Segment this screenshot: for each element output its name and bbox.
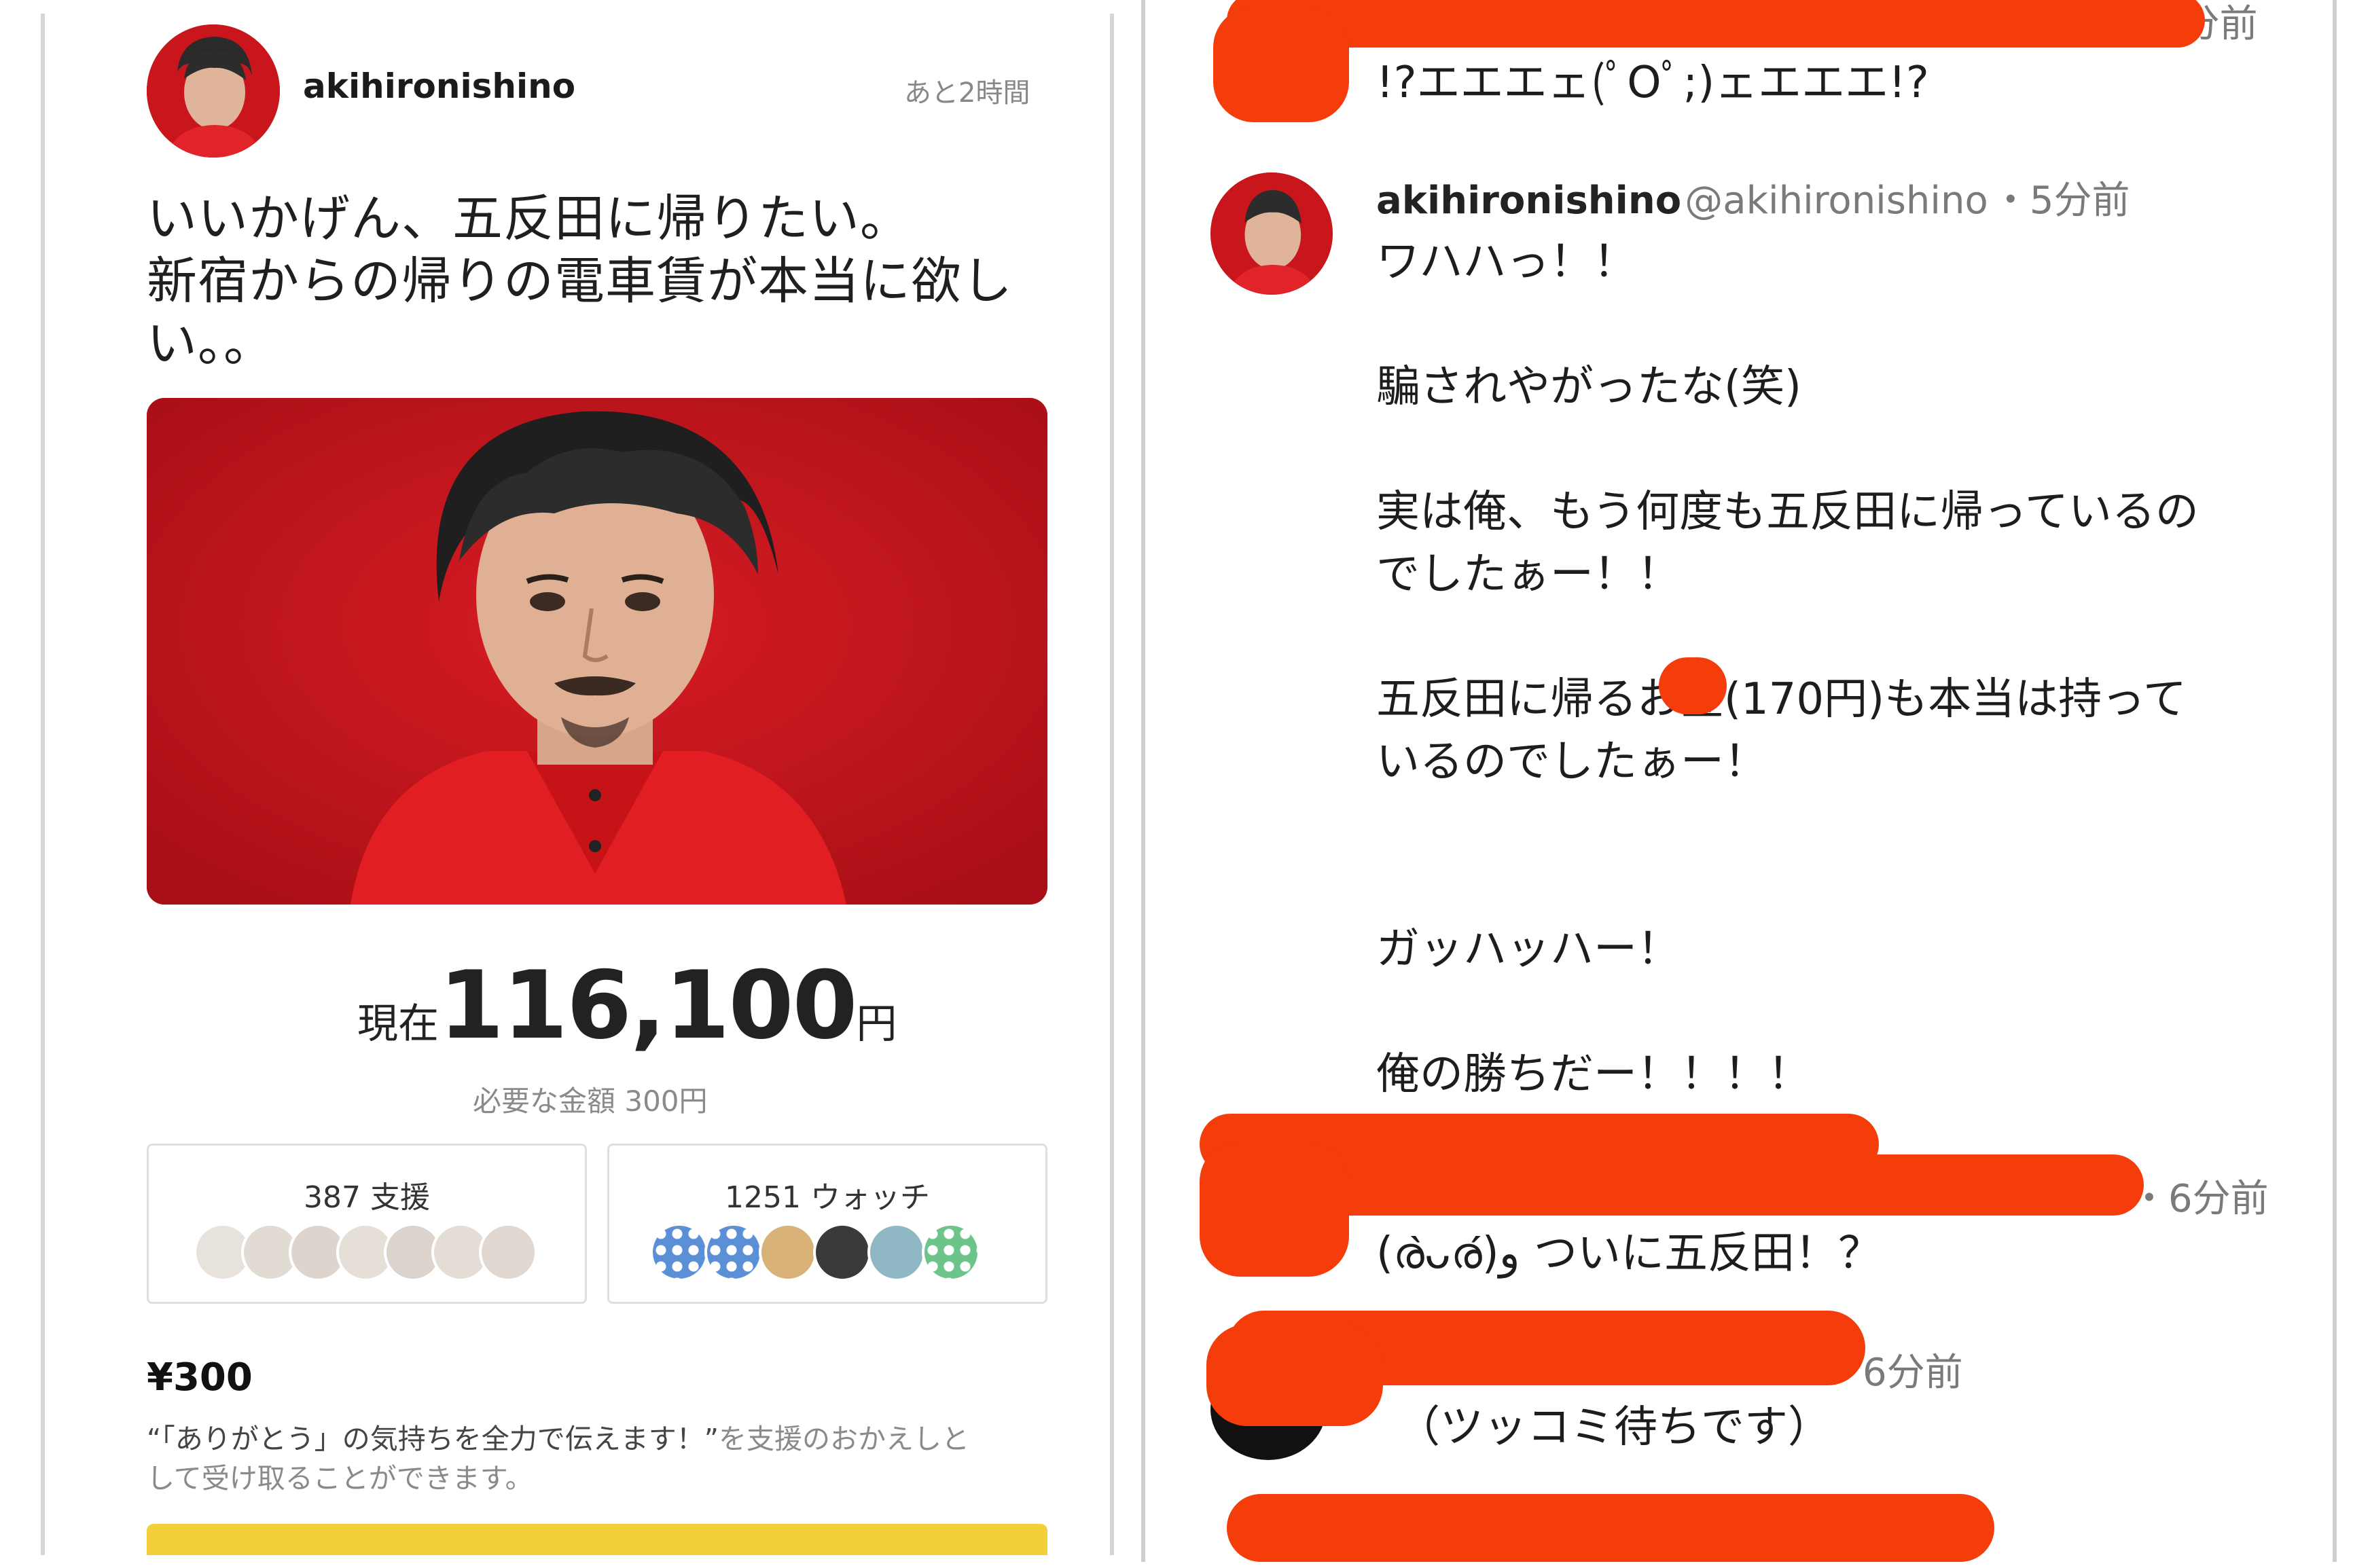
watchers-box[interactable]: 1251 ウォッチ (607, 1144, 1047, 1304)
reward-quote: “「ありがとう」の気持ちを全力で伝えます！” (147, 1423, 719, 1455)
reply-line (1376, 606, 2314, 668)
reply-line (1376, 418, 2314, 481)
watcher-avatar[interactable] (867, 1223, 926, 1281)
reply-line (1376, 793, 2314, 856)
redaction-mark (1659, 657, 1727, 714)
username[interactable]: akihironishino (303, 67, 575, 106)
reply-handle[interactable]: @akihironishino (1685, 179, 1988, 223)
redaction-mark (1206, 1324, 1383, 1426)
reply-line (1376, 981, 2314, 1043)
post-line: 新宿からの帰りの電車賃が本当に欲し (147, 252, 1013, 310)
reply-username[interactable]: akihironishino (1376, 179, 1681, 223)
currency-suffix: 円 (856, 1000, 897, 1048)
reply-header: akihironishino @akihironishino ・5分前 (1376, 170, 2130, 225)
avatar-portrait-icon (147, 24, 280, 158)
supporters-count: 387 支援 (304, 1180, 430, 1215)
post-line: い。。 (147, 314, 274, 373)
reply-avatar[interactable] (1210, 172, 1333, 295)
portrait-image (147, 398, 1047, 905)
reply-line: 五反田に帰るお金(170円)も本当は持って (1376, 674, 2187, 725)
watcher-avatar[interactable] (704, 1223, 763, 1281)
reply-line (1376, 293, 2314, 356)
watchers-count: 1251 ウォッチ (725, 1180, 930, 1215)
reward-text: を支援のおかえしと (718, 1423, 969, 1455)
reply-line: でしたぁー！！ (1376, 549, 1681, 600)
reward-text-line2: して受け取ることができます。 (147, 1462, 533, 1495)
reply-text: (ര̀ᴗര́)و ついに五反田！？ (1376, 1228, 1882, 1279)
post-line: いいかげん、五反田に帰りたい。 (147, 189, 911, 248)
reward-description: “「ありがとう」の気持ちを全力で伝えます！”を支援のおかえしと して受け取ること… (147, 1419, 1057, 1498)
reward-price: ¥300 (147, 1355, 253, 1400)
reply-line: ガッハッハー！ (1376, 924, 1681, 974)
redaction-mark (1227, 0, 2205, 48)
needed-amount: 必要な金額 300円 (473, 1084, 708, 1118)
watcher-avatar[interactable] (650, 1223, 708, 1281)
redaction-mark (1213, 7, 1349, 122)
current-amount-row: 現在116,100円 (357, 951, 969, 1060)
reply-line: 騙されやがったな(笑) (1376, 362, 1801, 412)
campaign-card: akihironishino あと2時間 いいかげん、五反田に帰りたい。 新宿か… (41, 14, 1114, 1555)
current-amount: 116,100 (439, 951, 858, 1060)
reply-line: 俺の勝ちだー！！！！ (1376, 1049, 1811, 1099)
redaction-mark (1227, 1494, 1994, 1562)
reply-line: いるのでしたぁー！ (1376, 737, 1767, 787)
post-text: いいかげん、五反田に帰りたい。 新宿からの帰りの電車賃が本当に欲し い。。 (147, 187, 1098, 375)
campaign-photo (147, 398, 1047, 905)
support-button[interactable] (147, 1524, 1047, 1555)
reply-time: ・5分前 (1991, 179, 2130, 223)
watcher-avatar[interactable] (813, 1223, 872, 1281)
reply-text: !?エエエェ(ﾟOﾟ;)ェエエエ!? (1376, 58, 1929, 108)
reply-body: ワハハっ！！ 騙されやがったな(笑) 実は俺、もう何度も五反田に帰っているの で… (1376, 231, 2314, 1106)
supporter-avatar[interactable] (479, 1223, 537, 1281)
supporters-box[interactable]: 387 支援 (147, 1144, 587, 1304)
current-label: 現在 (357, 1000, 439, 1048)
watcher-avatar[interactable] (922, 1223, 980, 1281)
redaction-mark (1200, 1141, 1349, 1277)
watcher-avatar[interactable] (759, 1223, 817, 1281)
avatar-portrait-icon (1210, 172, 1333, 295)
reply-text: （ツッコミ待ちです） (1397, 1402, 1831, 1453)
replies-panel: 5分前 !?エエエェ(ﾟOﾟ;)ェエエエ!? akihironishino @a… (1141, 0, 2337, 1562)
reply-line: ワハハっ！！ (1376, 237, 1637, 287)
time-remaining: あと2時間 (904, 77, 1030, 109)
user-avatar[interactable] (147, 24, 280, 158)
reply-line: 実は俺、もう何度も五反田に帰っているの (1376, 487, 2199, 537)
reply-time: ・6分前 (2130, 1177, 2269, 1221)
reply-line (1376, 856, 2314, 918)
